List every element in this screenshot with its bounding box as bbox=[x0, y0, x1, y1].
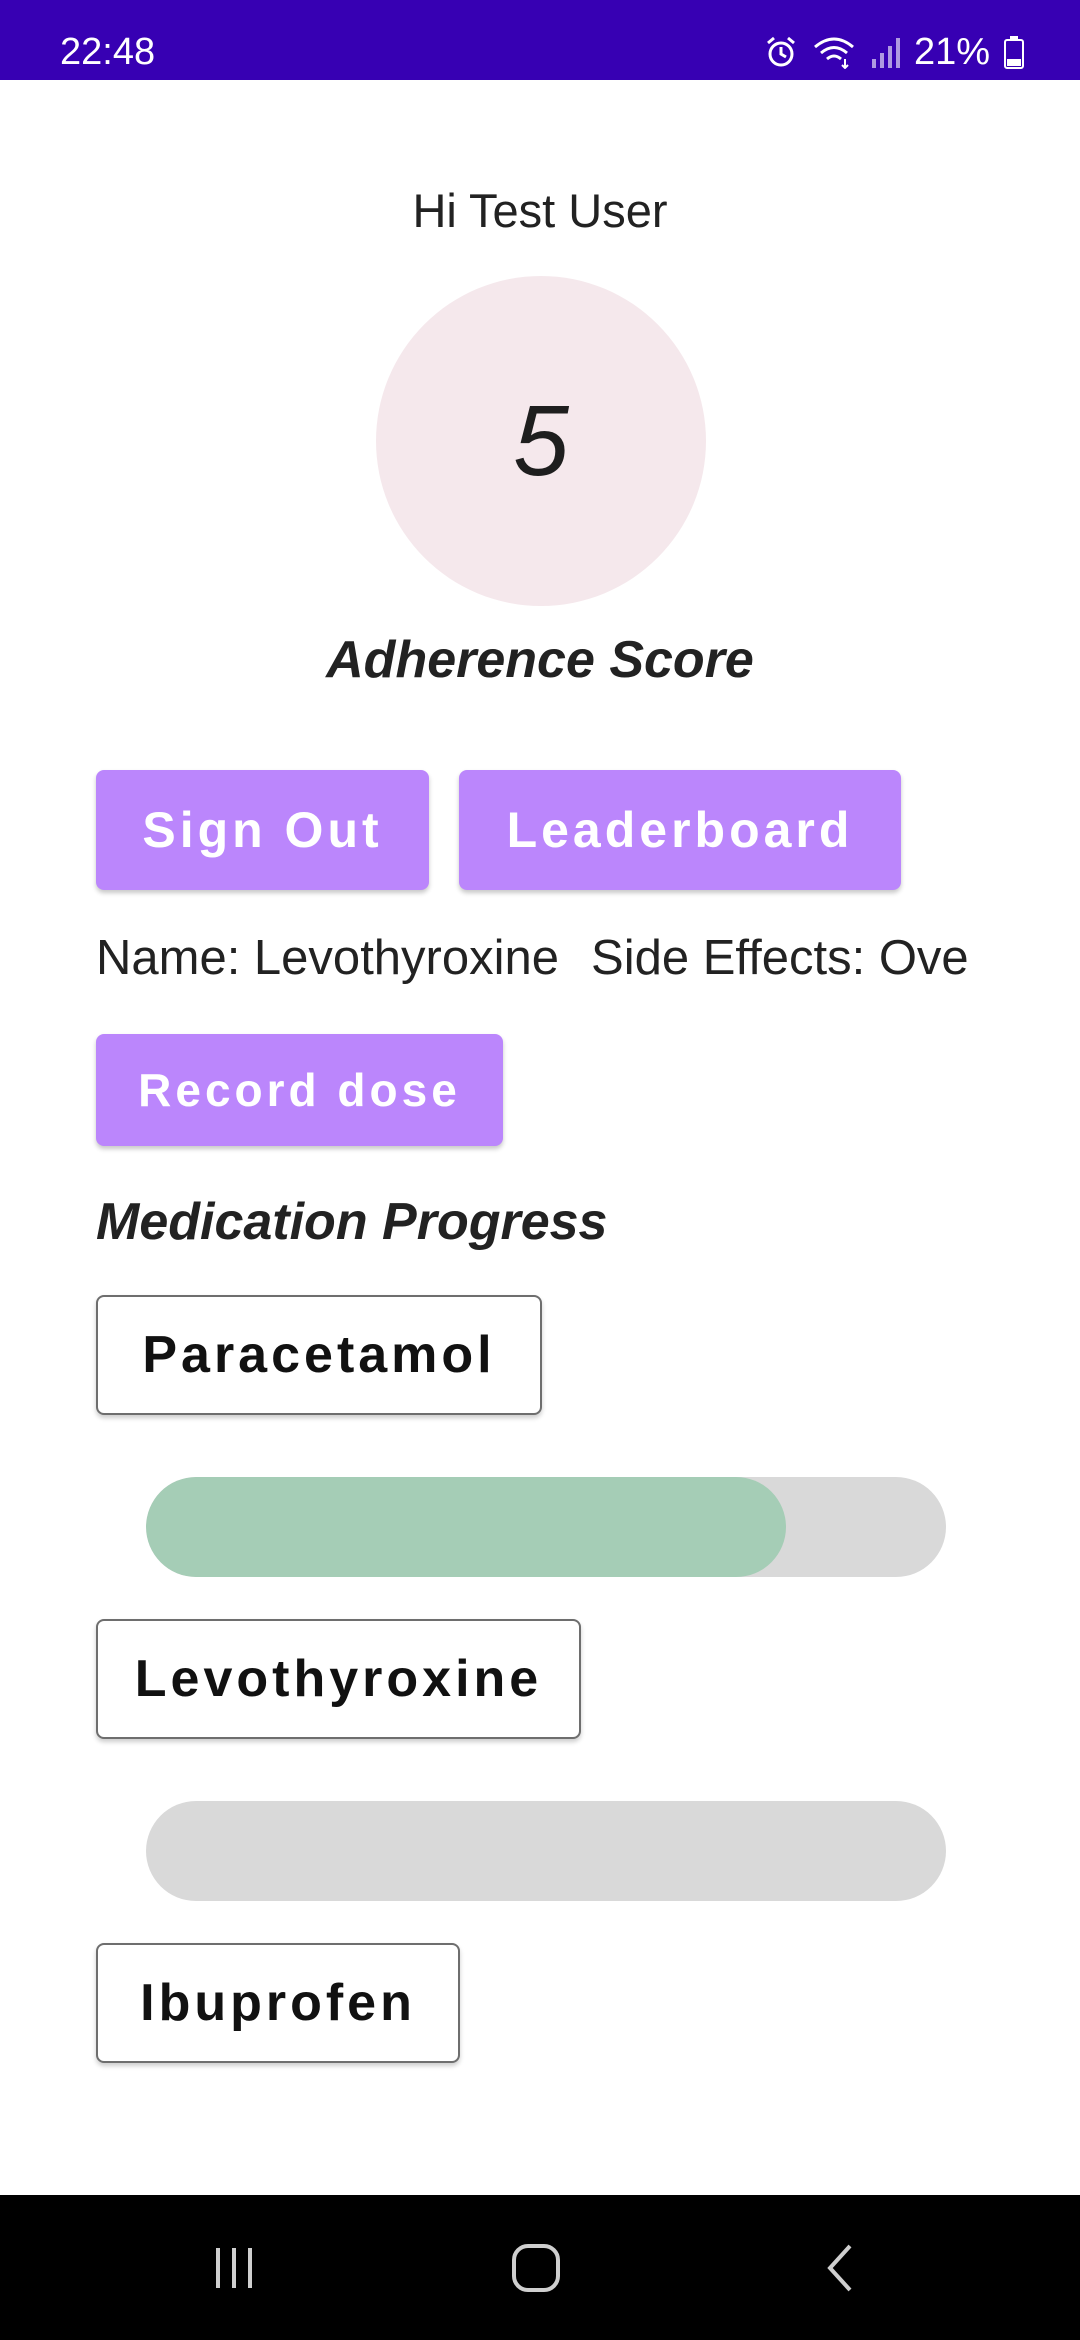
progress-bar-paracetamol bbox=[146, 1477, 946, 1577]
recent-apps-button[interactable] bbox=[154, 2195, 314, 2340]
progress-heading: Medication Progress bbox=[96, 1193, 608, 1251]
record-dose-button[interactable]: Record dose bbox=[96, 1034, 503, 1146]
alarm-icon bbox=[764, 35, 798, 69]
medication-name: Name: Levothyroxine bbox=[96, 931, 560, 985]
progress-bar-levothyroxine bbox=[146, 1801, 946, 1901]
medication-info: Name: Levothyroxine Side Effects: Ove bbox=[96, 930, 1080, 994]
score-circle: 5 bbox=[376, 276, 706, 606]
home-icon bbox=[512, 2243, 560, 2292]
medication-button-ibuprofen[interactable]: Ibuprofen bbox=[96, 1943, 460, 2063]
greeting-text: Hi Test User bbox=[412, 184, 668, 237]
score-label: Adherence Score bbox=[326, 631, 754, 689]
medication-button-paracetamol[interactable]: Paracetamol bbox=[96, 1295, 542, 1415]
sign-out-button[interactable]: Sign Out bbox=[96, 770, 429, 890]
score-value: 5 bbox=[513, 384, 569, 497]
medication-side-effects: Side Effects: Ove bbox=[591, 931, 969, 985]
navigation-bar bbox=[0, 2195, 1080, 2340]
back-button[interactable] bbox=[760, 2195, 920, 2340]
signal-icon bbox=[870, 35, 900, 69]
battery-icon bbox=[1004, 35, 1024, 69]
leaderboard-button[interactable]: Leaderboard bbox=[459, 770, 901, 890]
recent-apps-icon bbox=[216, 2247, 252, 2288]
battery-percent: 21% bbox=[913, 30, 990, 73]
home-button[interactable] bbox=[456, 2195, 616, 2340]
status-bar: 22:48 21% bbox=[0, 0, 1080, 80]
medication-button-levothyroxine[interactable]: Levothyroxine bbox=[96, 1619, 581, 1739]
wifi-icon bbox=[812, 35, 856, 69]
status-time: 22:48 bbox=[60, 31, 156, 73]
status-icons: 21% bbox=[764, 28, 1024, 76]
progress-fill bbox=[146, 1477, 786, 1577]
back-icon bbox=[827, 2244, 852, 2291]
